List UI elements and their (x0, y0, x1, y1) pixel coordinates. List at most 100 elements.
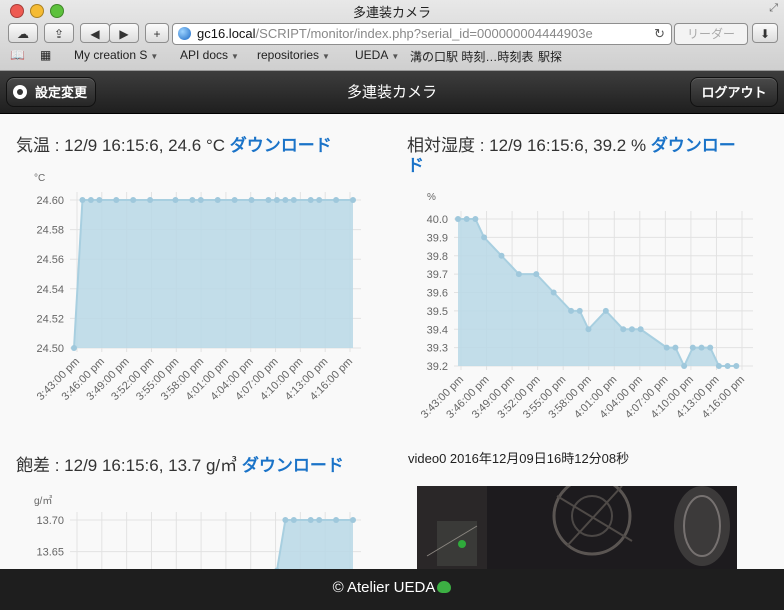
bookmark-api-docs[interactable]: API docs ▼ (180, 48, 239, 62)
bookmark-ueda[interactable]: UEDA ▼ (355, 48, 399, 62)
top-sites-icon[interactable]: ▦ (40, 48, 51, 62)
bookmark-repositories[interactable]: repositories ▼ (257, 48, 330, 62)
address-bar[interactable]: gc16.local/SCRIPT/monitor/index.php?seri… (172, 23, 672, 45)
app-header: 設定変更 多連装カメラ ログアウト (0, 71, 784, 114)
y-tick-label: 24.50 (36, 343, 64, 355)
footer-copyright: © Atelier UEDA (332, 579, 436, 596)
share-icon: ⇪ (53, 27, 65, 41)
data-point (472, 216, 479, 222)
data-point (147, 197, 154, 203)
bookmark-my-creation[interactable]: My creation S ▼ (74, 48, 158, 62)
data-point (350, 197, 356, 203)
y-tick-label: 24.58 (36, 225, 64, 237)
camera-image (417, 486, 737, 570)
bookmark-timetable[interactable]: 溝の口駅 時刻…時刻表 (410, 48, 533, 65)
share-button[interactable]: ⇪ (44, 23, 74, 43)
data-point (707, 344, 714, 351)
data-point (79, 197, 86, 203)
y-tick-label: 39.6 (427, 288, 448, 300)
url-path: /SCRIPT/monitor/index.php?serial_id=0000… (255, 26, 593, 41)
window-title: 多連装カメラ (352, 5, 431, 20)
data-point (96, 197, 103, 203)
y-tick-label: 39.5 (427, 306, 448, 318)
icloud-tabs-button[interactable]: ☁ (8, 23, 38, 43)
chevron-down-icon: ▼ (322, 52, 330, 61)
deficit-chart: 13.70 13.65 (36, 512, 361, 575)
data-point (689, 344, 696, 351)
download-arrow-icon: ⬇ (759, 27, 771, 41)
y-tick-label: 24.60 (36, 195, 64, 207)
data-point (333, 197, 340, 203)
temperature-unit: °C (34, 173, 46, 184)
logout-button[interactable]: ログアウト (690, 77, 778, 107)
chevron-down-icon: ▼ (150, 52, 159, 61)
y-tick-label: 24.56 (36, 254, 64, 266)
data-point (515, 271, 522, 278)
data-point (481, 234, 488, 241)
chevron-down-icon: ▼ (391, 52, 400, 61)
humidity-heading: 相対湿度 : 12/9 16:15:6, 39.2 % ダウンロー ド (407, 136, 777, 176)
plus-icon: + (153, 27, 161, 41)
data-point (663, 344, 670, 351)
y-tick-label: 39.9 (427, 232, 448, 244)
frog-icon (437, 581, 452, 593)
data-point (463, 216, 470, 222)
y-tick-label: 13.70 (36, 515, 64, 527)
back-arrow-icon: ◀ (90, 27, 100, 41)
data-point (214, 197, 221, 203)
data-point (724, 363, 731, 369)
reader-button[interactable]: リーダー (674, 23, 748, 45)
y-tick-label: 13.65 (36, 547, 64, 559)
cloud-icon: ☁ (17, 27, 29, 41)
temperature-download-link[interactable]: ダウンロード (230, 136, 332, 155)
bookmark-ekitan[interactable]: 駅探 (538, 48, 562, 65)
new-tab-button[interactable]: + (145, 23, 169, 43)
y-tick-label: 39.8 (427, 251, 448, 263)
data-point (290, 197, 297, 203)
deficit-download-link[interactable]: ダウンロード (242, 456, 344, 475)
globe-icon (178, 27, 191, 40)
temperature-heading: 気温 : 12/9 16:15:6, 24.6 °C ダウンロード (16, 136, 332, 156)
deficit-reading: 飽差 : 12/9 16:15:6, 13.7 g/㎥ (16, 456, 238, 475)
humidity-download-link-wrap[interactable]: ド (407, 156, 424, 175)
forward-arrow-icon: ▶ (119, 27, 129, 41)
data-point (733, 363, 740, 369)
data-point (307, 517, 314, 523)
data-point (265, 197, 272, 203)
data-point (71, 345, 77, 351)
data-point (350, 517, 356, 523)
data-point (333, 517, 340, 523)
data-point (231, 197, 238, 203)
data-point (130, 197, 137, 203)
video-caption: video0 2016年12月09日16時12分08秒 (408, 451, 630, 466)
humidity-download-link[interactable]: ダウンロー (651, 136, 736, 155)
data-point (197, 197, 204, 203)
chevron-down-icon: ▼ (231, 52, 239, 61)
temperature-reading: 気温 : 12/9 16:15:6, 24.6 °C (16, 136, 226, 155)
data-point (576, 307, 583, 314)
data-point (113, 197, 120, 203)
reload-icon[interactable]: ↻ (654, 24, 665, 44)
y-tick-label: 39.3 (427, 343, 448, 355)
forward-button[interactable]: ▶ (109, 23, 139, 43)
data-point (637, 326, 644, 333)
y-tick-label: 39.7 (427, 269, 448, 281)
y-tick-label: 39.2 (427, 361, 448, 373)
fullscreen-icon[interactable]: ⤢ (769, 2, 778, 15)
data-point (316, 517, 323, 523)
data-point (316, 197, 323, 203)
data-point (455, 216, 461, 222)
humidity-chart: 40.039.939.839.739.639.539.439.339.23:43… (419, 211, 753, 421)
data-point (715, 363, 722, 369)
data-point (282, 197, 289, 203)
reading-list-icon[interactable]: 📖 (10, 48, 25, 62)
deficit-heading: 飽差 : 12/9 16:15:6, 13.7 g/㎥ ダウンロード (16, 456, 344, 476)
url-host: gc16.local (197, 26, 256, 41)
back-button[interactable]: ◀ (80, 23, 110, 43)
data-point (672, 344, 679, 351)
browser-chrome: 多連装カメラ ⤢ ☁ ⇪ ◀ ▶ + gc16.local/SCRIPT/mon… (0, 0, 784, 71)
downloads-button[interactable]: ⬇ (752, 23, 778, 43)
camera-snapshot[interactable] (417, 486, 737, 570)
data-point (681, 363, 688, 369)
data-point (533, 271, 540, 278)
